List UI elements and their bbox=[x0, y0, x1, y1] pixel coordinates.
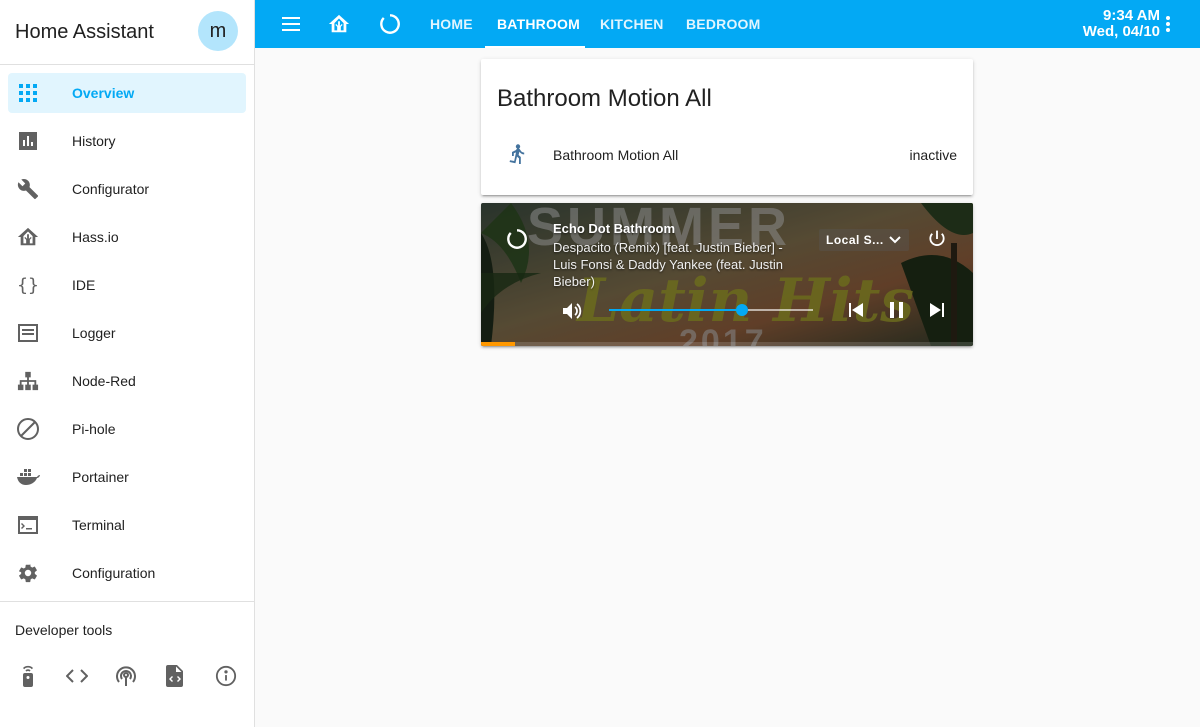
entity-row[interactable]: Bathroom Motion All inactive bbox=[497, 139, 957, 171]
source-selected-value: Local S... bbox=[826, 233, 884, 247]
volume-button[interactable] bbox=[561, 299, 585, 323]
sidebar-divider bbox=[0, 601, 254, 602]
message-text-icon bbox=[16, 321, 40, 345]
sidebar-nav: Overview History Configurator Hass.io {}… bbox=[0, 65, 254, 593]
volume-slider[interactable] bbox=[609, 302, 813, 318]
entity-name: Bathroom Motion All bbox=[553, 147, 679, 163]
media-progress-fill bbox=[481, 342, 516, 346]
sidebar-item-hassio[interactable]: Hass.io bbox=[8, 217, 246, 257]
docker-icon bbox=[16, 465, 40, 489]
alexa-ring-icon[interactable] bbox=[378, 12, 402, 36]
sidebar-item-terminal[interactable]: Terminal bbox=[8, 505, 246, 545]
braces-icon: {} bbox=[17, 274, 39, 296]
sidebar-item-logger[interactable]: Logger bbox=[8, 313, 246, 353]
alexa-ring-icon bbox=[505, 227, 529, 251]
access-point-icon[interactable] bbox=[110, 660, 142, 692]
clock-date: Wed, 04/10 bbox=[1082, 23, 1160, 40]
sidebar-item-label: Logger bbox=[72, 325, 116, 341]
menu-icon[interactable] bbox=[279, 12, 303, 36]
app-title: Home Assistant bbox=[15, 20, 154, 43]
sidebar-item-label: Configurator bbox=[72, 181, 150, 197]
sidebar-item-label: Terminal bbox=[72, 517, 125, 533]
previous-track-button[interactable] bbox=[844, 298, 868, 322]
entity-state: inactive bbox=[909, 147, 957, 163]
sidebar-item-label: Portainer bbox=[72, 469, 129, 485]
media-player-name: Echo Dot Bathroom bbox=[553, 221, 676, 236]
sidebar-item-ide[interactable]: {} IDE bbox=[8, 265, 246, 305]
media-track-title: Despacito (Remix) [feat. Justin Bieber] … bbox=[553, 240, 784, 289]
sidebar-item-configuration[interactable]: Configuration bbox=[8, 553, 246, 593]
tab-bedroom[interactable]: BEDROOM bbox=[686, 0, 761, 48]
card-title: Bathroom Motion All bbox=[497, 85, 712, 112]
code-tags-icon[interactable] bbox=[61, 660, 93, 692]
pause-button[interactable] bbox=[885, 298, 909, 322]
more-vert-icon[interactable] bbox=[1156, 12, 1180, 36]
sidebar-item-history[interactable]: History bbox=[8, 121, 246, 161]
clock: 9:34 AM Wed, 04/10 bbox=[1083, 8, 1160, 40]
hassio-icon[interactable] bbox=[327, 12, 351, 36]
top-toolbar: HOME BATHROOM KITCHEN BEDROOM 9:34 AM We… bbox=[255, 0, 1200, 48]
sidebar-item-label: Node-Red bbox=[72, 373, 136, 389]
sidebar-item-configurator[interactable]: Configurator bbox=[8, 169, 246, 209]
source-dropdown[interactable]: Local S... bbox=[819, 229, 909, 251]
sitemap-icon bbox=[16, 369, 40, 393]
sidebar-item-label: Overview bbox=[72, 85, 135, 101]
settings-icon bbox=[16, 561, 40, 585]
hassio-icon bbox=[16, 225, 40, 249]
grid-icon bbox=[16, 81, 40, 105]
sidebar-item-label: IDE bbox=[72, 277, 96, 293]
media-player-card: SUMMER Latin Hits 2017 Echo Dot Bathroom… bbox=[481, 203, 973, 346]
media-progress-bar bbox=[481, 342, 973, 346]
tab-home[interactable]: HOME bbox=[430, 0, 473, 48]
file-xml-icon[interactable] bbox=[159, 660, 191, 692]
block-icon bbox=[16, 417, 40, 441]
sidebar-item-label: Pi-hole bbox=[72, 421, 116, 437]
entities-card: Bathroom Motion All Bathroom Motion All … bbox=[481, 59, 973, 195]
sidebar-item-label: History bbox=[72, 133, 116, 149]
volume-slider-fill bbox=[609, 309, 742, 311]
active-tab-indicator bbox=[485, 46, 585, 48]
developer-tools bbox=[0, 660, 254, 692]
sidebar-header: Home Assistant m bbox=[0, 0, 254, 65]
sidebar-item-pi-hole[interactable]: Pi-hole bbox=[8, 409, 246, 449]
bar-chart-icon bbox=[16, 129, 40, 153]
walk-icon bbox=[505, 143, 529, 167]
sidebar-item-label: Configuration bbox=[72, 565, 156, 581]
sidebar-item-node-red[interactable]: Node-Red bbox=[8, 361, 246, 401]
sidebar-item-portainer[interactable]: Portainer bbox=[8, 457, 246, 497]
tab-kitchen[interactable]: KITCHEN bbox=[600, 0, 664, 48]
info-icon[interactable] bbox=[210, 660, 242, 692]
console-icon bbox=[16, 513, 40, 537]
power-button[interactable] bbox=[925, 227, 949, 251]
clock-time: 9:34 AM bbox=[1103, 7, 1160, 24]
tab-bathroom[interactable]: BATHROOM bbox=[497, 0, 580, 48]
sidebar: Home Assistant m Overview History Config… bbox=[0, 0, 255, 727]
wrench-icon bbox=[16, 177, 40, 201]
avatar[interactable]: m bbox=[198, 11, 238, 51]
developer-tools-label: Developer tools bbox=[15, 622, 113, 638]
next-track-button[interactable] bbox=[925, 298, 949, 322]
volume-slider-knob[interactable] bbox=[735, 304, 748, 316]
chevron-down-icon bbox=[885, 230, 905, 250]
sidebar-item-label: Hass.io bbox=[72, 229, 119, 245]
remote-icon[interactable] bbox=[12, 660, 44, 692]
sidebar-item-overview[interactable]: Overview bbox=[8, 73, 246, 113]
